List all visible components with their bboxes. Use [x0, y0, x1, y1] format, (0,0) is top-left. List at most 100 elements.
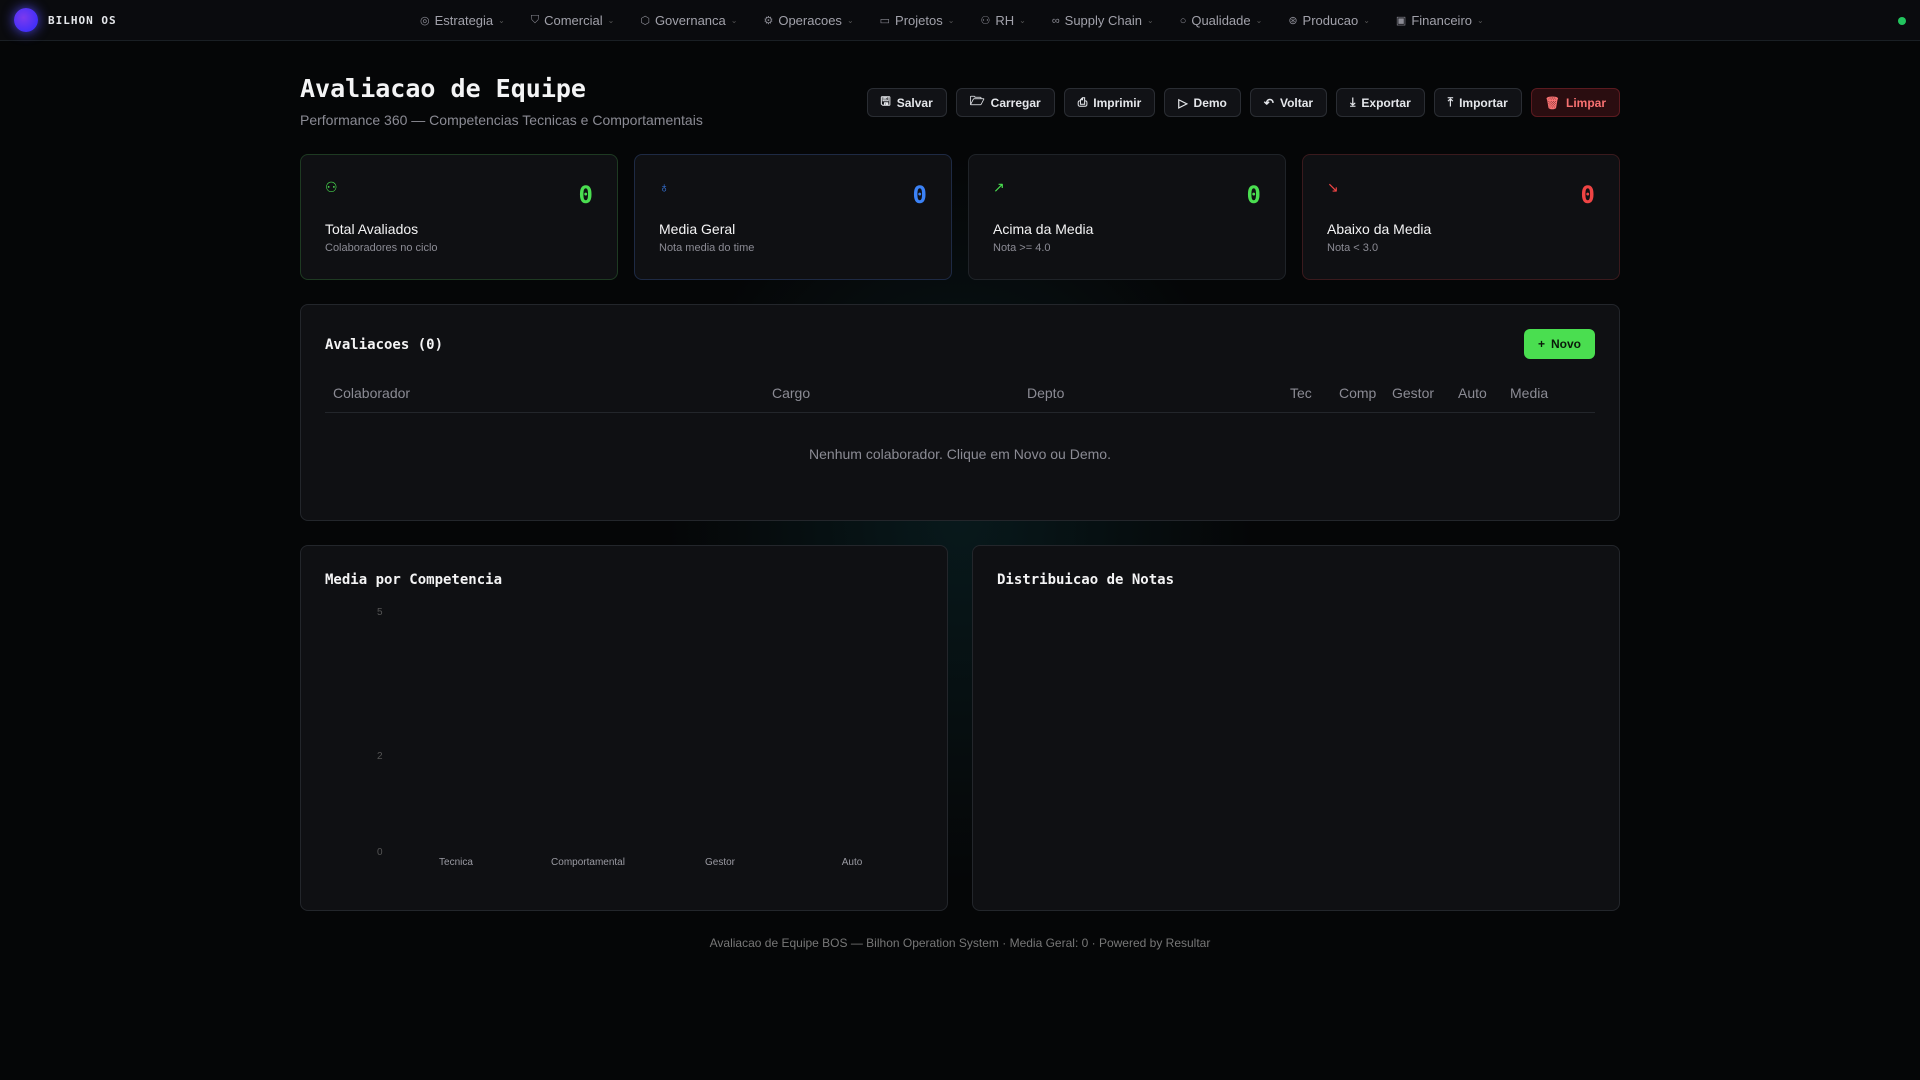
nav-menu: ◎ Estrategia ⌄ ⛉ Comercial ⌄ ⬡ Governanca ⌄ ⚙ Oper… — [420, 0, 1484, 41]
folder-icon: ▭ — [879, 15, 891, 27]
status-dot — [1898, 17, 1906, 25]
compass-icon: ◎ — [420, 15, 430, 27]
toolbar: 🖫 Salvar 🗁 Carregar ⎙ Imprimir ▷ Demo ↶ Voltar ⤓ Ex… — [866, 88, 1620, 117]
chevron-down-icon: ⌄ — [1146, 16, 1154, 25]
brand-name: BILHON OS — [48, 13, 117, 27]
demo-button[interactable]: ▷ Demo — [1164, 88, 1241, 117]
nav-item-producao[interactable]: ⊛ Producao ⌄ — [1288, 13, 1370, 28]
upload-icon: ⤒ — [1447, 95, 1454, 109]
users-icon: ⚇ — [980, 15, 991, 27]
nav-label: Comercial — [544, 13, 603, 28]
new-label: Novo — [1551, 337, 1581, 351]
stat-card: ↗ 0 Acima da Media Nota >= 4.0 — [968, 154, 1286, 280]
nav-item-supply-chain[interactable]: ∞ Supply Chain ⌄ — [1052, 13, 1154, 28]
button-label: Imprimir — [1093, 95, 1142, 110]
stat-card: ⚇ 0 Total Avaliados Colaboradores no ciclo — [300, 154, 618, 280]
x-tick-label: Gestor — [704, 857, 736, 868]
column-header[interactable]: Auto — [1458, 385, 1487, 401]
stat-icon: ♁ — [659, 179, 670, 195]
stat-desc: Colaboradores no ciclo — [325, 242, 438, 254]
page-subtitle: Performance 360 — Competencias Tecnicas … — [300, 112, 703, 128]
evaluations-panel: Avaliacoes (0) + Novo Colaborador Cargo Dep… — [300, 304, 1620, 521]
chevron-down-icon: ⌄ — [947, 16, 955, 25]
stat-card: ♁ 0 Media Geral Nota media do time — [634, 154, 952, 280]
stat-value: 0 — [912, 181, 927, 209]
stat-icon: ↗ — [993, 179, 1005, 195]
chart-title: Media por Competencia — [325, 572, 503, 588]
shield-icon: ⬡ — [640, 15, 650, 27]
button-label: Voltar — [1279, 95, 1314, 110]
stat-icon: ⚇ — [325, 179, 338, 195]
carregar-button[interactable]: 🗁 Carregar — [955, 88, 1055, 117]
x-tick-label: Comportamental — [551, 857, 625, 868]
folder-open-icon: 🗁 — [969, 94, 985, 108]
column-header[interactable]: Depto — [1027, 385, 1064, 401]
column-header[interactable]: Colaborador — [333, 385, 410, 401]
nav-item-operacoes[interactable]: ⚙ Operacoes ⌄ — [763, 13, 853, 28]
evaluations-title: Avaliacoes (0) — [325, 337, 444, 353]
nav-label: Qualidade — [1191, 13, 1251, 28]
imprimir-button[interactable]: ⎙ Imprimir — [1063, 88, 1156, 117]
chevron-down-icon: ⌄ — [1477, 16, 1484, 25]
nav-item-qualidade[interactable]: ○ Qualidade ⌄ — [1180, 13, 1263, 28]
nav-item-governanca[interactable]: ⬡ Governanca ⌄ — [640, 13, 737, 28]
trash-icon: 🗑 — [1544, 95, 1560, 110]
voltar-button[interactable]: ↶ Voltar — [1249, 88, 1328, 117]
chevron-down-icon: ⌄ — [1019, 16, 1026, 25]
salvar-button[interactable]: 🖫 Salvar — [866, 88, 947, 117]
exportar-button[interactable]: ⤓ Exportar — [1336, 88, 1425, 117]
brand-logo[interactable]: BILHON OS — [14, 8, 117, 32]
link-icon: ∞ — [1051, 14, 1060, 27]
nav-label: RH — [995, 13, 1015, 28]
column-header[interactable]: Comp — [1339, 385, 1376, 401]
stat-label: Acima da Media — [993, 221, 1094, 237]
chevron-down-icon: ⌄ — [1255, 16, 1263, 25]
distribution-chart-panel: Distribuicao de Notas — [972, 545, 1620, 911]
nav-label: Governanca — [654, 13, 726, 28]
nav-item-projetos[interactable]: ▭ Projetos ⌄ — [880, 13, 955, 28]
play-icon: ▷ — [1178, 95, 1188, 110]
limpar-button[interactable]: 🗑 Limpar — [1530, 88, 1620, 117]
y-tick-label: 5 — [377, 607, 383, 618]
stat-label: Total Avaliados — [325, 221, 419, 237]
button-label: Importar — [1459, 95, 1508, 110]
x-tick-label: Auto — [841, 857, 863, 868]
stat-icon: ↘ — [1327, 179, 1339, 195]
stat-desc: Nota >= 4.0 — [993, 242, 1051, 254]
stat-card: ↘ 0 Abaixo da Media Nota < 3.0 — [1302, 154, 1620, 280]
button-label: Limpar — [1565, 95, 1606, 110]
competency-chart-panel: Media por Competencia 5 2 0 Tecnica Comporta… — [300, 545, 948, 911]
top-nav: BILHON OS ◎ Estrategia ⌄ ⛉ Comercial ⌄ ⬡ Govern… — [0, 0, 1920, 41]
handshake-icon: ⛉ — [530, 14, 540, 26]
new-button[interactable]: + Novo — [1523, 329, 1595, 359]
undo-icon: ↶ — [1263, 95, 1274, 110]
nav-label: Financeiro — [1411, 13, 1473, 28]
chevron-down-icon: ⌄ — [607, 16, 615, 25]
chevron-down-icon: ⌄ — [498, 16, 505, 25]
nav-item-estrategia[interactable]: ◎ Estrategia ⌄ — [420, 13, 505, 28]
button-label: Salvar — [896, 95, 933, 110]
importar-button[interactable]: ⤒ Importar — [1433, 88, 1522, 117]
plus-icon: + — [1537, 337, 1545, 351]
column-header[interactable]: Tec — [1290, 385, 1312, 401]
chevron-down-icon: ⌄ — [730, 16, 738, 25]
save-icon: 🖫 — [880, 94, 891, 108]
nav-item-comercial[interactable]: ⛉ Comercial ⌄ — [531, 13, 614, 28]
button-label: Exportar — [1361, 95, 1411, 110]
nav-label: Estrategia — [434, 13, 494, 28]
stat-desc: Nota media do time — [659, 242, 755, 254]
column-header[interactable]: Media — [1510, 385, 1548, 401]
column-header[interactable]: Cargo — [772, 385, 810, 401]
button-label: Carregar — [990, 95, 1041, 110]
nav-item-rh[interactable]: ⚇ RH ⌄ — [980, 13, 1025, 28]
search-icon: ○ — [1179, 14, 1187, 27]
printer-icon: ⎙ — [1077, 95, 1088, 109]
stat-label: Abaixo da Media — [1327, 221, 1432, 237]
nav-item-financeiro[interactable]: ▣ Financeiro ⌄ — [1396, 13, 1484, 28]
page-title: Avaliacao de Equipe — [300, 74, 586, 103]
nav-label: Supply Chain — [1064, 13, 1142, 28]
background-particles — [0, 0, 1920, 1080]
column-header[interactable]: Gestor — [1392, 385, 1434, 401]
stat-value: 0 — [1246, 181, 1261, 209]
x-tick-label: Tecnica — [439, 857, 473, 868]
